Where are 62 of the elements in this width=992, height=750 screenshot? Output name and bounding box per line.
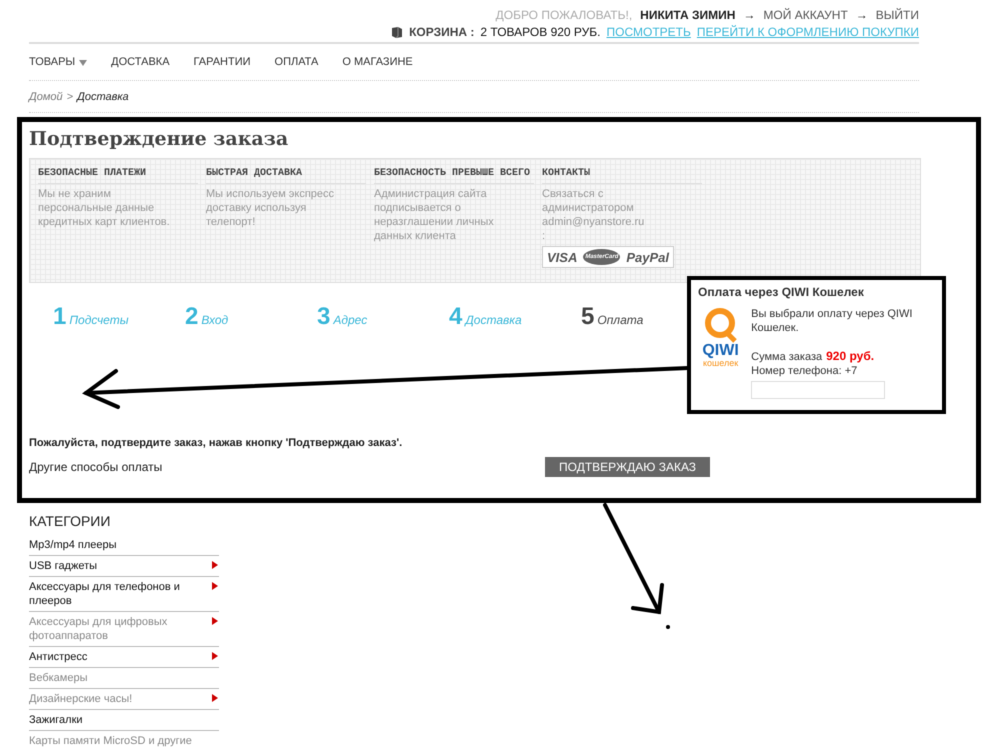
category-item[interactable]: Вебкамеры	[29, 668, 219, 689]
step-label: Вход	[201, 313, 228, 327]
feature-text: Связаться с администратором admin@nyanstore.ru	[542, 187, 646, 229]
payment-logo: VISA	[547, 250, 578, 264]
qiwi-logo-text: QIWI	[702, 343, 739, 359]
feature-title: БЫСТРАЯ ДОСТАВКА	[206, 167, 366, 184]
nav-link[interactable]: ДОСТАВКА	[111, 56, 170, 68]
feature-title: КОНТАКТЫ	[542, 167, 702, 184]
arrow-text: →	[743, 8, 756, 22]
phone-label: Номер телефона: +7	[751, 364, 858, 378]
feature-text: Мы не храним персональные данные кредитных карт клиентов.	[38, 187, 171, 229]
category-item[interactable]: Mp3/mp4 плееры	[29, 535, 219, 556]
category-item[interactable]: Зажигалки	[29, 710, 219, 731]
nav-link[interactable]: О МАГАЗИНЕ	[342, 56, 413, 68]
category-item[interactable]: Аксессуары для телефонов и плееров	[29, 577, 219, 612]
category-item[interactable]: Карты памяти MicroSD и другие	[29, 731, 219, 750]
nav-link[interactable]: ОПЛАТА	[274, 56, 318, 68]
category-item[interactable]: Дизайнерские часы!	[29, 689, 219, 710]
payment-logo: PayPal	[626, 250, 670, 264]
account-link[interactable]: МОЙ АККАУНТ	[763, 8, 848, 22]
other-methods-text: Другие способы оплаты	[29, 460, 164, 474]
categories-title: КАТЕГОРИИ	[29, 513, 112, 529]
logout-link[interactable]: ВЫЙТИ	[876, 8, 919, 22]
breadcrumb-link[interactable]: Домой	[29, 90, 63, 102]
confirm-note: Пожалуйста, подтвердите заказ, нажав кнопку 'Подтверждаю заказ'.	[29, 437, 404, 449]
category-item[interactable]: Аксессуары для цифровых фотоаппаратов	[29, 612, 219, 647]
welcome-text: ДОБРО ПОЖАЛОВАТЬ!,	[496, 8, 632, 22]
feature-text: Администрация сайта подписывается о неразглашении личных данных клиента	[374, 187, 495, 243]
step-number: 1	[53, 303, 66, 331]
step-number: 2	[185, 303, 198, 331]
cart-label: КОРЗИНА :	[409, 25, 474, 39]
step-number: 4	[449, 303, 462, 331]
step-number: 5	[581, 303, 594, 331]
feature-text: Мы используем экспресс доставку используя телепорт!	[206, 187, 336, 229]
qiwi-logo-icon	[702, 307, 739, 343]
step-label: Оплата	[597, 313, 644, 327]
category-item[interactable]: USB гаджеты	[29, 556, 219, 577]
phone-input-field[interactable]	[751, 381, 886, 399]
category-item[interactable]: Антистресс	[29, 647, 219, 668]
user-name: НИКИТА ЗИМИН	[640, 8, 736, 22]
feature-title: БЕЗОПАСНОСТЬ ПРЕВЫШЕ ВСЕГО	[374, 167, 534, 184]
dot-drawing	[666, 625, 670, 629]
feature-text: :	[542, 229, 546, 243]
qiwi-title: Оплата через QIWI Кошелек	[698, 285, 865, 299]
feature-title: БЕЗОПАСНЫЕ ПЛАТЕЖИ	[38, 167, 198, 184]
qiwi-logo-caption: кошелек	[702, 359, 738, 368]
nav-link[interactable]: ГАРАНТИИ	[194, 56, 251, 68]
nav-link[interactable]: ТОВАРЫ	[29, 56, 88, 68]
sum-label: Сумма заказа	[751, 350, 822, 364]
arrow-text: →	[856, 8, 868, 22]
qiwi-message: Вы выбрали оплату через QIWI Кошелек.	[751, 307, 914, 335]
page-title: Подтверждение заказа	[29, 128, 290, 150]
sum-value: 920 руб.	[826, 349, 874, 363]
step-number: 3	[317, 303, 330, 331]
cart-icon	[391, 26, 404, 38]
step-label: Адрес	[333, 313, 368, 327]
breadcrumb-current: Доставка	[77, 90, 129, 102]
cart-summary: 2 ТОВАРОВ 920 РУБ.	[480, 25, 601, 39]
breadcrumb-separator: >	[66, 90, 74, 102]
step-label: Подсчеты	[69, 313, 129, 327]
confirm-button[interactable]: ПОДТВЕРЖДАЮ ЗАКАЗ	[545, 457, 710, 477]
step-label: Доставка	[465, 313, 522, 327]
